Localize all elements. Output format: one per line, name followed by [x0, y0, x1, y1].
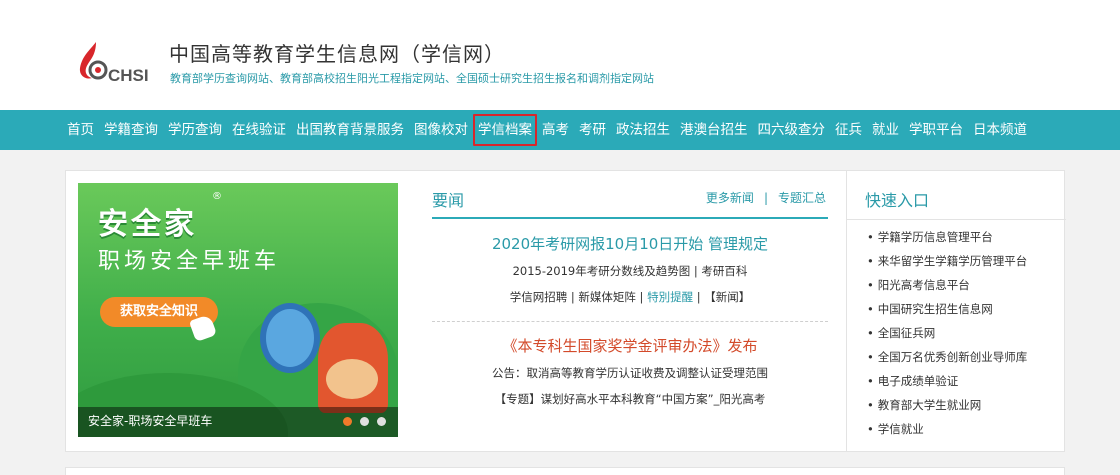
logo-mark-icon: [79, 42, 108, 80]
topics-summary-link[interactable]: 专题汇总: [778, 191, 826, 205]
nav-item-online-verification[interactable]: 在线验证: [227, 110, 291, 150]
nav-item-hk-macao-taiwan-admission[interactable]: 港澳台招生: [675, 110, 753, 150]
banner-caption[interactable]: 安全家-职场安全早班车: [88, 412, 212, 429]
nav-item-japan-channel[interactable]: 日本频道: [968, 110, 1032, 150]
carousel-dot[interactable]: [360, 417, 369, 426]
nav-item-overseas-education-service[interactable]: 出国教育背景服务: [291, 110, 409, 150]
quick-link-mentor-database[interactable]: 全国万名优秀创新创业导师库: [867, 347, 1028, 371]
news-header: 要闻 更多新闻 | 专题汇总: [432, 183, 828, 219]
special-notice-link[interactable]: 特別提醒: [647, 290, 693, 304]
mascot-face: [326, 359, 378, 399]
news-divider: [432, 321, 828, 322]
news-section: 要闻 更多新闻 | 专题汇总 2020年考研网报10月10日开始 管理规定 2015…: [432, 183, 828, 443]
banner-tagline: 职场安全早班车: [98, 249, 281, 274]
quick-access-list: 学籍学历信息管理平台 来华留学生学籍学历管理平台 阳光高考信息平台 中国研究生招…: [867, 227, 1028, 443]
quick-link-chsi-employment[interactable]: 学信就业: [867, 419, 1027, 443]
nav-item-degree-query[interactable]: 学历查询: [163, 110, 227, 150]
promo-banner[interactable]: 安全家 ® 职场安全早班车 获取安全知识 安全家-职场安全早班车: [78, 183, 398, 437]
logo-text: CHSI: [108, 66, 149, 85]
news-tag-link[interactable]: | 【新闻】: [693, 290, 751, 304]
quick-access-header: 快速入口: [847, 171, 1066, 220]
quick-link-gaokao-info-platform[interactable]: 阳光高考信息平台: [867, 275, 1027, 299]
site-subtitle: 教育部学历查询网站、教育部高校招生阳光工程指定网站、全国硕士研究生招生报名和调剂…: [170, 72, 654, 85]
news-headline-1-sub-2: 学信网招聘 | 新媒体矩阵 | 特別提醒 | 【新闻】: [432, 289, 828, 305]
site-title: 中国高等教育学生信息网（学信网）: [169, 42, 505, 66]
news-headline-1-sub-1[interactable]: 2015-2019年考研分数线及趋势图 | 考研百科: [432, 263, 828, 279]
nav-item-employment[interactable]: 就业: [867, 110, 904, 150]
content-panel: 安全家 ® 职场安全早班车 获取安全知识 安全家-职场安全早班车 要闻 更多新闻…: [65, 170, 1066, 452]
news-header-links: 更多新闻 | 专题汇总: [706, 189, 826, 206]
nav-item-cet-scores[interactable]: 四六级查分: [753, 110, 831, 150]
megaphone-icon: [260, 303, 320, 373]
nav-item-gaokao[interactable]: 高考: [537, 110, 574, 150]
banner-brand: 安全家: [98, 207, 197, 242]
news-headline-2-sub-1[interactable]: 公告：取消高等教育学历认证收费及调整认证受理范围: [432, 365, 828, 381]
quick-access-title: 快速入口: [865, 191, 930, 210]
news-links-separator: |: [763, 191, 768, 205]
nav-item-enrollment-query[interactable]: 学籍查询: [99, 110, 163, 150]
news-headline-2[interactable]: 《本专科生国家奖学金评审办法》发布: [432, 335, 828, 356]
chsi-logo[interactable]: CHSI: [76, 40, 156, 86]
quick-link-conscription-site[interactable]: 全国征兵网: [867, 323, 1027, 347]
news-headline-1[interactable]: 2020年考研网报10月10日开始 管理规定: [432, 233, 828, 254]
nav-item-photo-proofreading[interactable]: 图像校对: [409, 110, 473, 150]
quick-access-panel: 快速入口 学籍学历信息管理平台 来华留学生学籍学历管理平台 阳光高考信息平台 中…: [846, 171, 1066, 451]
quick-link-international-student-platform[interactable]: 来华留学生学籍学历管理平台: [867, 251, 1028, 275]
site-header: CHSI 中国高等教育学生信息网（学信网） 教育部学历查询网站、教育部高校招生阳…: [0, 0, 1120, 110]
nav-item-student-archive[interactable]: 学信档案: [473, 110, 537, 150]
next-section-top: [65, 467, 1065, 475]
news-title: 要闻: [432, 191, 465, 210]
banner-registered-mark: ®: [212, 191, 222, 202]
nav-item-conscription[interactable]: 征兵: [830, 110, 867, 150]
quick-link-transcript-verification[interactable]: 电子成绩单验证: [867, 371, 1027, 395]
nav-item-kaoyan[interactable]: 考研: [574, 110, 611, 150]
quick-link-student-records-platform[interactable]: 学籍学历信息管理平台: [867, 227, 1027, 251]
carousel-dot[interactable]: [343, 417, 352, 426]
quick-link-graduate-admission-site[interactable]: 中国研究生招生信息网: [867, 299, 1027, 323]
nav-item-career-platform[interactable]: 学职平台: [904, 110, 968, 150]
nav-item-law-admission[interactable]: 政法招生: [611, 110, 675, 150]
quick-link-employment-site[interactable]: 教育部大学生就业网: [867, 395, 1027, 419]
carousel-dot[interactable]: [377, 417, 386, 426]
carousel-dots: [343, 417, 386, 426]
nav-item-home[interactable]: 首页: [62, 110, 99, 150]
news-headline-2-sub-2[interactable]: 【专题】谋划好高水平本科教育“中国方案”_阳光高考: [432, 391, 828, 407]
news-sub-links[interactable]: 学信网招聘 | 新媒体矩阵 |: [510, 290, 647, 304]
more-news-link[interactable]: 更多新闻: [706, 191, 754, 205]
nav-list: 首页 学籍查询 学历查询 在线验证 出国教育背景服务 图像校对 学信档案 高考 …: [62, 110, 1032, 150]
main-nav: 首页 学籍查询 学历查询 在线验证 出国教育背景服务 图像校对 学信档案 高考 …: [0, 110, 1120, 150]
